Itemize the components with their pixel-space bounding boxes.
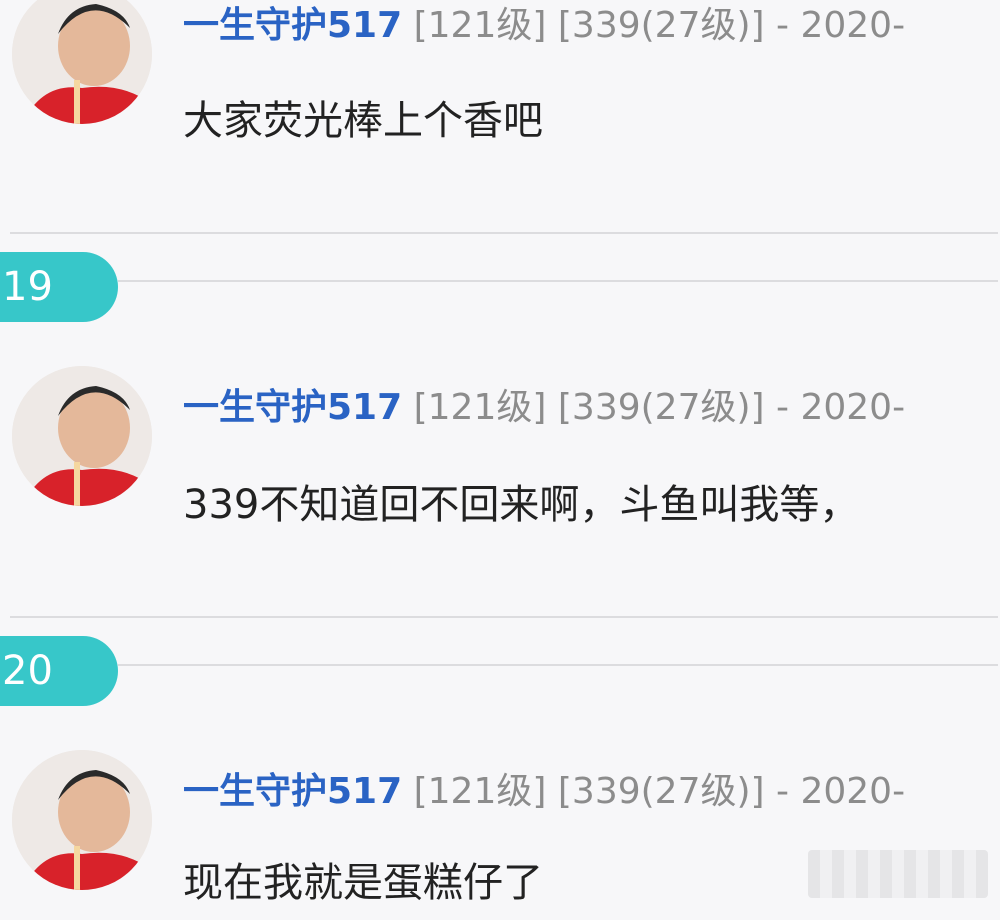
- user-avatar[interactable]: [12, 0, 152, 124]
- post-username[interactable]: 一生守护517: [183, 771, 402, 812]
- avatar-photo-icon: [12, 750, 152, 890]
- user-avatar[interactable]: [12, 750, 152, 890]
- post-content: 大家荧光棒上个香吧: [183, 98, 543, 144]
- post-content: 现在我就是蛋糕仔了: [183, 860, 543, 906]
- post-date: - 2020-: [776, 771, 906, 812]
- user-level-tag: [121级]: [413, 387, 547, 428]
- avatar-photo-icon: [12, 0, 152, 124]
- fan-badge-tag: [339(27级)]: [557, 5, 765, 46]
- floor-badge: 19: [0, 252, 118, 322]
- post-date: - 2020-: [776, 387, 906, 428]
- floor-badge: 20: [0, 636, 118, 706]
- floor-divider: [118, 280, 998, 282]
- watermark: [808, 850, 988, 898]
- post-date: - 2020-: [776, 5, 906, 46]
- user-level-tag: [121级]: [413, 771, 547, 812]
- post-username[interactable]: 一生守护517: [183, 5, 402, 46]
- avatar-photo-icon: [12, 366, 152, 506]
- fan-badge-tag: [339(27级)]: [557, 387, 765, 428]
- post-username[interactable]: 一生守护517: [183, 387, 402, 428]
- floor-divider: [118, 664, 998, 666]
- user-level-tag: [121级]: [413, 5, 547, 46]
- user-avatar[interactable]: [12, 366, 152, 506]
- post-content: 339不知道回不回来啊，斗鱼叫我等，: [183, 482, 860, 528]
- post-divider: [10, 232, 998, 234]
- post-divider: [10, 616, 998, 618]
- fan-badge-tag: [339(27级)]: [557, 771, 765, 812]
